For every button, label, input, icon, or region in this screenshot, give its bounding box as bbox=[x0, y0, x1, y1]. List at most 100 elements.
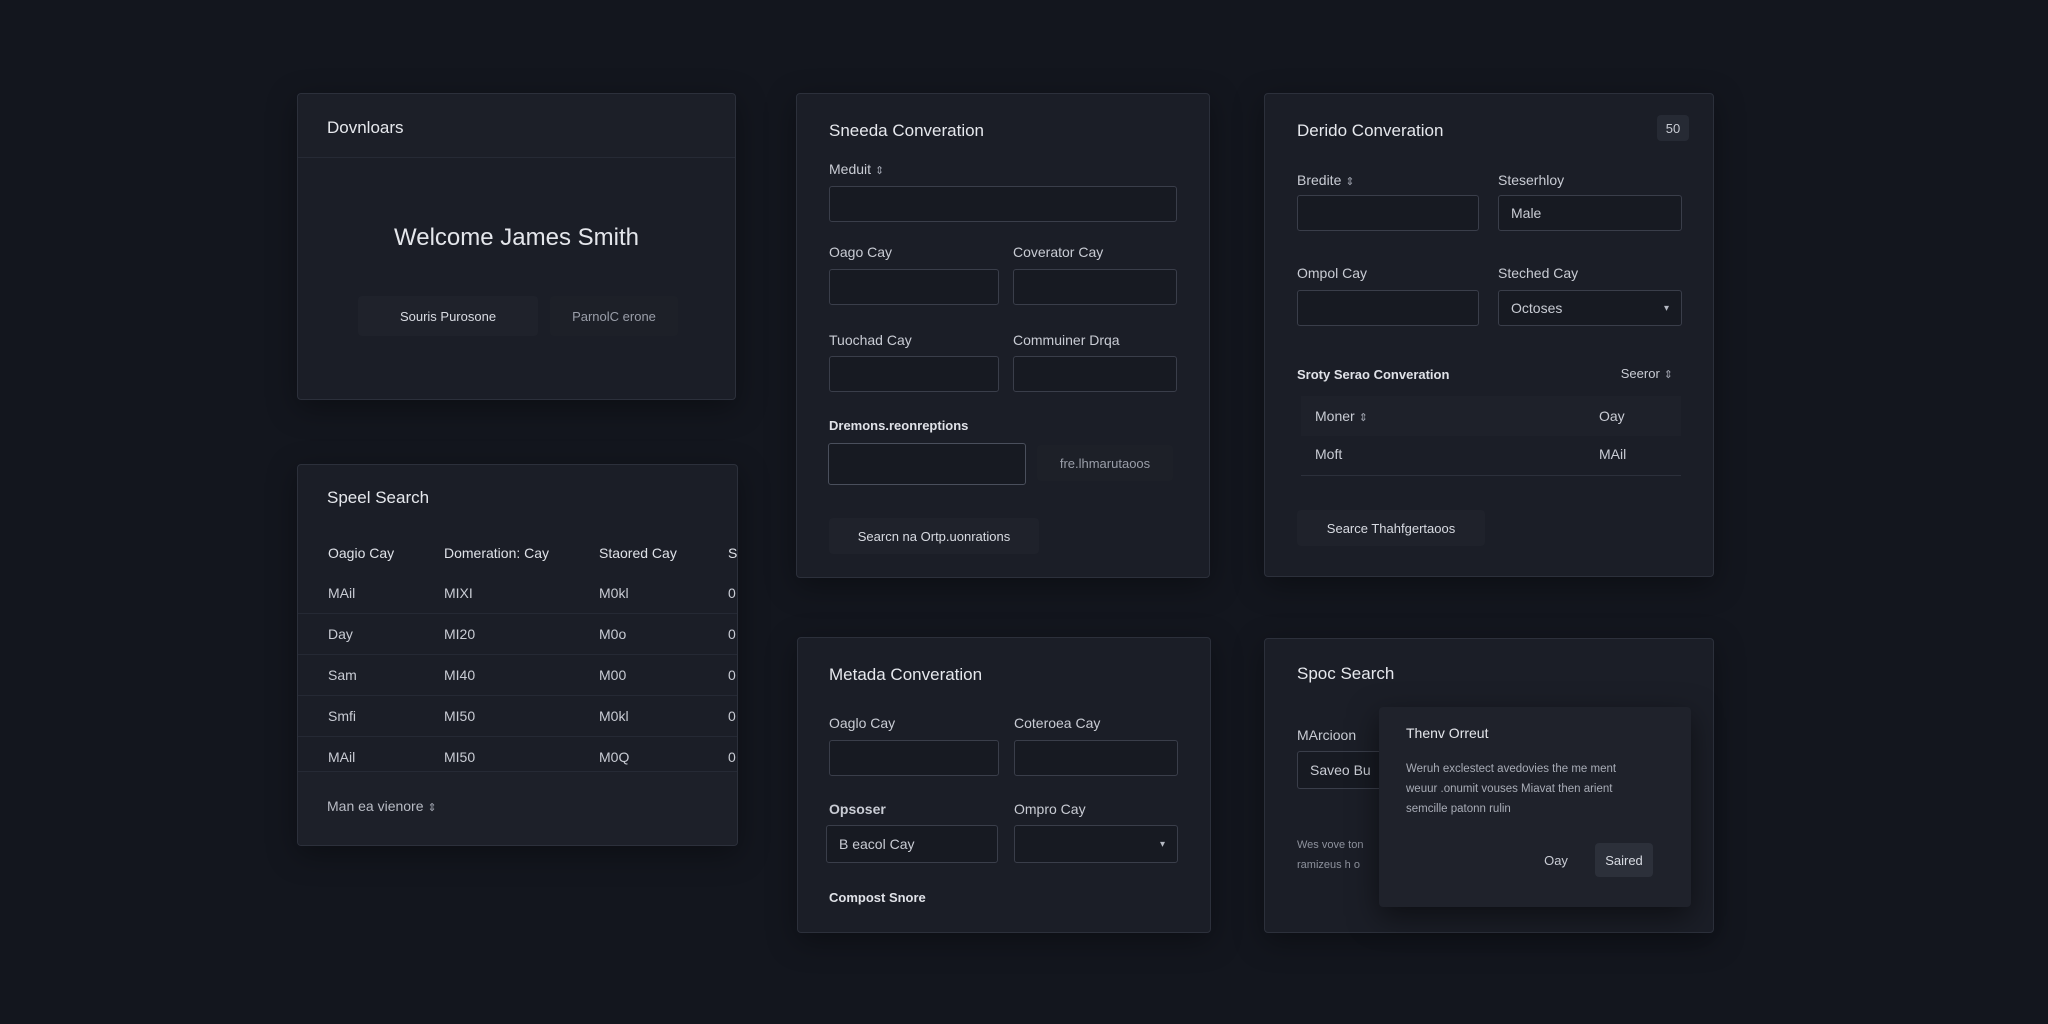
metada-card-title: Metada Converation bbox=[829, 665, 983, 684]
table-cell: 0 bbox=[728, 626, 736, 642]
coteroea-cay-input[interactable] bbox=[1014, 740, 1178, 776]
column-header[interactable]: Oagio Cay bbox=[328, 545, 394, 561]
table-cell: M0kl bbox=[599, 708, 629, 724]
dialog-body-line1: Weruh exclestect avedovies the me ment bbox=[1406, 763, 1617, 775]
sort-icon: ⇕ bbox=[875, 165, 885, 177]
subsection-action[interactable]: Seeror ⇕ bbox=[1621, 366, 1673, 381]
table-cell: Day bbox=[328, 626, 353, 642]
section-input[interactable] bbox=[828, 443, 1026, 485]
ompro-cay-label: Ompro Cay bbox=[1014, 801, 1086, 817]
derido-card-title: Derido Converation bbox=[1297, 121, 1444, 140]
table-cell: MAil bbox=[328, 749, 356, 765]
list-cell-left: Moner ⇕ bbox=[1315, 408, 1368, 424]
chevron-down-icon: ▾ bbox=[1663, 302, 1669, 314]
table-cell: M0Q bbox=[599, 749, 630, 765]
search-submit-button[interactable]: Searcn na Ortp.uonrations bbox=[829, 518, 1039, 554]
table-row[interactable]: Smfi MI50 M0kl 0 bbox=[298, 696, 737, 737]
table-cell: 0 bbox=[728, 585, 736, 601]
dialog-title: Thenv Orreut bbox=[1406, 725, 1489, 741]
list-item[interactable]: Moft MAil bbox=[1301, 436, 1681, 476]
table-cell: MI50 bbox=[444, 749, 476, 765]
table-cell: Sam bbox=[328, 667, 357, 683]
spoc-search-card: Spoc Search MArcioon Saveo Bu Wes vove t… bbox=[1264, 638, 1714, 933]
dialog-body-line3: semcille patonn rulin bbox=[1406, 803, 1511, 815]
ompol-cay-label: Ompol Cay bbox=[1297, 265, 1368, 281]
dialog-body-line2: weuur .onumit vouses Miavat then arient bbox=[1406, 783, 1613, 795]
subsection-action-text: Seeror bbox=[1620, 366, 1660, 381]
column-header[interactable]: Domeration: Cay bbox=[444, 545, 549, 561]
list-cell-text: Moner bbox=[1315, 408, 1355, 424]
coteroea-cay-label: Coteroea Cay bbox=[1014, 715, 1101, 731]
count-badge: 50 bbox=[1657, 115, 1689, 141]
opsoser-input[interactable]: B eacol Cay bbox=[826, 825, 998, 863]
column-header[interactable]: Staored Cay bbox=[599, 545, 677, 561]
bredite-label-text: Bredite bbox=[1297, 172, 1342, 188]
list-cell-right: MAil bbox=[1599, 446, 1627, 462]
table-row[interactable]: Day MI20 M0o 0 bbox=[298, 614, 737, 655]
table-cell: M00 bbox=[599, 667, 627, 683]
confirm-dialog: Thenv Orreut Weruh exclestect avedovies … bbox=[1379, 707, 1691, 907]
downloads-card-title: Dovnloars bbox=[327, 118, 404, 137]
primary-action-button[interactable]: Souris Purosone bbox=[358, 296, 538, 336]
search-footer-button[interactable]: Searce Thahfgertaoos bbox=[1297, 510, 1485, 546]
tuochad-cay-input[interactable] bbox=[829, 356, 999, 392]
table-footer: Man ea vienore ⇕ bbox=[298, 771, 737, 845]
steched-cay-value: Octoses bbox=[1511, 300, 1563, 316]
table-header-row: Oagio Cay Domeration: Cay Staored Cay S bbox=[298, 533, 737, 574]
bredite-label: Bredite ⇕ bbox=[1297, 172, 1355, 188]
steched-cay-select[interactable]: Octoses ▾ bbox=[1498, 290, 1682, 326]
speel-search-title: Speel Search bbox=[327, 488, 430, 507]
sort-icon: ⇕ bbox=[427, 802, 437, 814]
coverator-cay-label: Coverator Cay bbox=[1013, 244, 1104, 260]
steched-cay-label: Steched Cay bbox=[1498, 265, 1579, 281]
steserhloy-input[interactable]: Male bbox=[1498, 195, 1682, 231]
ompol-cay-input[interactable] bbox=[1297, 290, 1479, 326]
metada-conversation-card: Metada Converation Oaglo Cay Coteroea Ca… bbox=[797, 637, 1211, 933]
ompro-cay-select[interactable]: ▾ bbox=[1014, 825, 1178, 863]
speel-search-card: Speel Search Oagio Cay Domeration: Cay S… bbox=[297, 464, 738, 846]
list-header-row[interactable]: Moner ⇕ Oay bbox=[1301, 396, 1681, 436]
coverator-cay-input[interactable] bbox=[1013, 269, 1177, 305]
meduit-input[interactable] bbox=[829, 186, 1177, 222]
section-link-button[interactable]: fre.lhmarutaoos bbox=[1037, 445, 1173, 481]
sort-icon: ⇕ bbox=[1663, 369, 1673, 381]
dialog-confirm-button[interactable]: Saired bbox=[1595, 843, 1653, 877]
table-cell: M0o bbox=[599, 626, 627, 642]
commuiner-drqa-label: Commuiner Drqa bbox=[1013, 332, 1120, 348]
sort-icon: ⇕ bbox=[1358, 412, 1368, 424]
table-row[interactable]: MAil MIXI M0kl 0 bbox=[298, 573, 737, 614]
description-text-line1: Wes vove ton bbox=[1297, 839, 1364, 851]
table-cell: Smfi bbox=[328, 708, 356, 724]
oaglo-cay-label: Oaglo Cay bbox=[829, 715, 896, 731]
sneeda-card-title: Sneeda Converation bbox=[829, 121, 985, 140]
oaglo-cay-input[interactable] bbox=[829, 740, 999, 776]
table-row[interactable]: Sam MI40 M00 0 bbox=[298, 655, 737, 696]
table-cell: 0 bbox=[728, 708, 736, 724]
chevron-down-icon: ▾ bbox=[1159, 838, 1165, 850]
table-cell: 0 bbox=[728, 667, 736, 683]
meduit-label: Meduit ⇕ bbox=[829, 161, 884, 177]
list-cell-right: Oay bbox=[1599, 408, 1625, 424]
table-cell: MI20 bbox=[444, 626, 476, 642]
list-cell-left: Moft bbox=[1315, 446, 1343, 462]
table-cell: MIXI bbox=[444, 585, 473, 601]
secondary-action-button[interactable]: ParnolC erone bbox=[550, 296, 678, 336]
oago-cay-input[interactable] bbox=[829, 269, 999, 305]
table-cell: MI40 bbox=[444, 667, 476, 683]
footer-text: Man ea vienore bbox=[327, 798, 424, 814]
commuiner-drqa-input[interactable] bbox=[1013, 356, 1177, 392]
table-cell: M0kl bbox=[599, 585, 629, 601]
welcome-heading: Welcome James Smith bbox=[394, 224, 639, 251]
sort-icon: ⇕ bbox=[1345, 176, 1355, 188]
column-header[interactable]: S bbox=[728, 545, 737, 561]
meduit-label-text: Meduit bbox=[829, 161, 872, 177]
bredite-input[interactable] bbox=[1297, 195, 1479, 231]
table-cell: MI50 bbox=[444, 708, 476, 724]
table-footer-label[interactable]: Man ea vienore ⇕ bbox=[327, 798, 437, 814]
spoc-search-title: Spoc Search bbox=[1297, 664, 1395, 683]
table-cell: MAil bbox=[328, 585, 356, 601]
description-text-line2: ramizeus h o bbox=[1297, 859, 1360, 871]
sneeda-conversation-card: Sneeda Converation Meduit ⇕ Oago Cay Cove… bbox=[796, 93, 1210, 578]
dialog-cancel-button[interactable]: Oay bbox=[1525, 843, 1587, 877]
compost-snore-label: Compost Snore bbox=[829, 890, 926, 905]
